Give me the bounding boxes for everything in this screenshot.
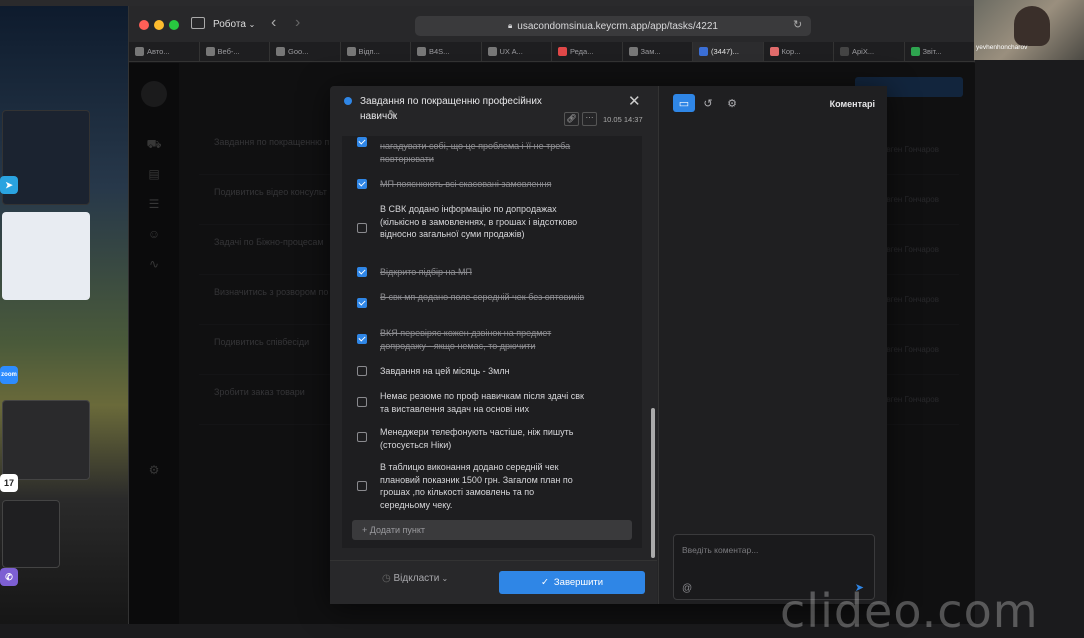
modal-footer: ◷ Відкласти ⌄ ✓ Завершити xyxy=(330,560,657,604)
checklist-item-text: В СВК додано інформацію по допродажах (к… xyxy=(380,204,578,239)
browser-tab[interactable]: ApiX... xyxy=(834,42,905,61)
tab-favicon-icon xyxy=(346,47,356,56)
postpone-button[interactable]: ◷ Відкласти ⌄ xyxy=(382,573,448,584)
task-timestamp: 10.05 14:37 xyxy=(603,115,643,124)
reload-icon[interactable]: ↻ xyxy=(793,18,802,31)
tab-favicon-icon xyxy=(276,47,285,56)
person-silhouette xyxy=(1014,6,1050,46)
telegram-icon[interactable]: ➤ xyxy=(0,176,18,194)
window-preview[interactable] xyxy=(2,400,90,480)
checklist-checkbox[interactable] xyxy=(357,298,367,308)
add-checklist-item-button[interactable]: + Додати пункт xyxy=(352,520,632,540)
profile-label: Робота xyxy=(213,19,246,30)
browser-tab[interactable]: Звіт... xyxy=(905,42,975,61)
minimize-window-button[interactable] xyxy=(154,20,164,30)
scrollbar-thumb[interactable] xyxy=(651,408,655,558)
checklist-item-text: Немає резюме по проф навичкам після здач… xyxy=(380,391,584,414)
checklist-checkbox[interactable] xyxy=(357,334,367,344)
tab-favicon-icon xyxy=(205,47,215,56)
checklist-item-text: ВКЯ перевіряє кожен дзвінок на предмет д… xyxy=(380,328,552,351)
sidebar-toggle-icon[interactable] xyxy=(191,17,205,29)
comments-panel: ▭ ↺ ⚙ Коментарі Введіть коментар... @ ➤ xyxy=(658,86,887,604)
tab-strip: Авто... Веб-... Goo... Відп... B4S... UX… xyxy=(129,42,975,62)
close-window-button[interactable] xyxy=(139,20,149,30)
checklist: нагадувати собі, що це проблема і її не … xyxy=(342,136,642,548)
viber-icon[interactable]: ✆ xyxy=(0,568,18,586)
checklist-checkbox[interactable] xyxy=(357,267,367,277)
maximize-window-button[interactable] xyxy=(169,20,179,30)
checklist-checkbox[interactable] xyxy=(357,481,367,491)
tab-favicon-icon xyxy=(910,47,920,56)
chevron-down-icon: ⌄ xyxy=(439,574,449,583)
tab-favicon-icon xyxy=(135,47,144,56)
tab-favicon-icon xyxy=(487,47,497,56)
browser-tab[interactable]: Реда... xyxy=(552,42,623,61)
zoom-icon[interactable]: zoom xyxy=(0,366,18,384)
browser-tab[interactable]: B4S... xyxy=(411,42,482,61)
gear-icon[interactable]: ⚙ xyxy=(721,94,743,112)
tab-favicon-icon xyxy=(628,47,638,56)
edit-pencil-icon[interactable]: ✎ xyxy=(388,109,396,120)
window-preview[interactable] xyxy=(2,500,60,568)
checklist-checkbox[interactable] xyxy=(357,137,367,147)
desktop-wallpaper: ➤ zoom 17 ✆ xyxy=(0,0,128,624)
back-arrow-icon[interactable]: ‹ xyxy=(271,14,276,32)
forward-arrow-icon[interactable]: › xyxy=(295,14,300,32)
tab-favicon-icon xyxy=(699,47,708,56)
comment-placeholder: Введіть коментар... xyxy=(682,545,759,555)
browser-tab[interactable]: Веб-... xyxy=(200,42,270,61)
complete-button[interactable]: ✓ Завершити xyxy=(499,571,645,594)
task-panel: Завдання по покращенню професійних навич… xyxy=(330,86,657,604)
browser-tab-active[interactable]: (3447)... xyxy=(693,42,764,61)
tab-favicon-icon xyxy=(558,47,567,56)
browser-tab[interactable]: Зам... xyxy=(623,42,693,61)
tab-favicon-icon xyxy=(417,47,426,56)
video-watermark: clideo.com xyxy=(780,584,1039,638)
comments-heading: Коментарі xyxy=(829,99,875,109)
browser-tab[interactable]: Авто... xyxy=(129,42,200,61)
copy-link-button[interactable]: 🔗︎ xyxy=(564,112,579,126)
checklist-item-text: В свк мп додано поле середній чек без оп… xyxy=(380,292,585,302)
checklist-item-text: Менеджери телефонують частіше, ніж пишут… xyxy=(380,427,574,450)
calendar-icon[interactable]: 17 xyxy=(0,474,18,492)
close-icon[interactable]: ✕ xyxy=(628,92,641,110)
browser-tab[interactable]: Відп... xyxy=(341,42,411,61)
address-bar[interactable]: 🔒︎ usacondomsinua.keycrm.app/app/tasks/4… xyxy=(415,16,811,36)
webcam-video: yevhenhoncharov xyxy=(974,0,1084,60)
profile-selector[interactable]: Робота ⌄ xyxy=(213,19,255,30)
browser-tab[interactable]: UX A... xyxy=(482,42,552,61)
tab-favicon-icon xyxy=(840,47,849,56)
clock-icon: ◷ xyxy=(382,573,394,584)
checklist-checkbox[interactable] xyxy=(357,397,367,407)
tab-favicon-icon xyxy=(769,47,779,56)
window-preview[interactable] xyxy=(2,212,90,300)
checklist-item-text: Відкрито підбір на МП xyxy=(380,267,472,277)
checklist-item-text: МП пояснюють всі скасовані замовлення xyxy=(380,179,552,189)
more-options-button[interactable]: ··· xyxy=(582,112,597,126)
checklist-item-text: В таблицю виконання додано середній чек … xyxy=(380,462,573,510)
chevron-down-icon: ⌄ xyxy=(248,20,256,29)
checklist-checkbox[interactable] xyxy=(357,366,367,376)
status-dot-icon xyxy=(344,97,352,105)
browser-tab[interactable]: Кор... xyxy=(764,42,834,61)
browser-toolbar: Робота ⌄ ‹ › 🔒︎ usacondomsinua.keycrm.ap… xyxy=(129,6,975,42)
checklist-checkbox[interactable] xyxy=(357,179,367,189)
checklist-item-text: Завдання на цей місяць - 3млн xyxy=(380,366,510,376)
url-text: usacondomsinua.keycrm.app/app/tasks/4221 xyxy=(517,20,718,32)
mention-icon[interactable]: @ xyxy=(682,583,692,594)
lock-icon: 🔒︎ xyxy=(508,21,513,30)
browser-tab[interactable]: Goo... xyxy=(270,42,341,61)
history-icon[interactable]: ↺ xyxy=(697,94,719,112)
comments-tab-icon[interactable]: ▭ xyxy=(673,94,695,112)
task-modal: Завдання по покращенню професійних навич… xyxy=(330,86,887,604)
checklist-checkbox[interactable] xyxy=(357,432,367,442)
checklist-checkbox[interactable] xyxy=(357,223,367,233)
checkmark-icon: ✓ xyxy=(540,577,549,588)
webcam-name-label: yevhenhoncharov xyxy=(976,44,1028,51)
checklist-item-text: нагадувати собі, що це проблема і її не … xyxy=(380,141,571,164)
